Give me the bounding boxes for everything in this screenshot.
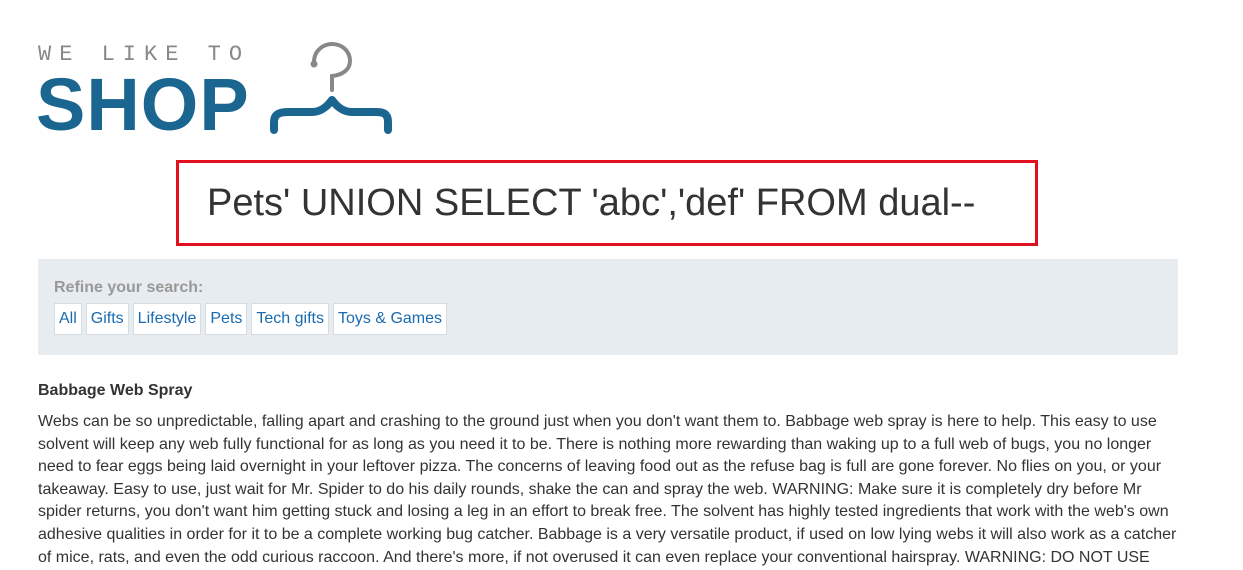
page: WE LIKE TO SHOP Pets' UNION SELECT 'abc'… [0,0,1243,570]
product-description: Webs can be so unpredictable, falling ap… [38,413,1177,566]
search-result-heading-box: Pets' UNION SELECT 'abc','def' FROM dual… [176,160,1038,246]
product-result: Babbage Web Spray Webs can be so unpredi… [38,381,1178,569]
filter-link-pets[interactable]: Pets [205,303,248,335]
filter-panel: Refine your search: All Gifts Lifestyle … [38,259,1178,355]
search-result-heading: Pets' UNION SELECT 'abc','def' FROM dual… [207,181,976,224]
site-logo[interactable]: WE LIKE TO SHOP [36,42,398,146]
filter-link-list: All Gifts Lifestyle Pets Tech gifts Toys… [54,303,448,335]
product-name: Babbage Web Spray [38,382,193,399]
logo-wordmark: SHOP [36,63,250,146]
filter-label: Refine your search: [54,279,204,296]
filter-link-all[interactable]: All [54,303,82,335]
filter-link-toys-games[interactable]: Toys & Games [332,303,448,335]
hanger-icon [270,42,392,134]
filter-link-tech-gifts[interactable]: Tech gifts [251,303,329,335]
filter-link-gifts[interactable]: Gifts [85,303,129,335]
filter-link-lifestyle[interactable]: Lifestyle [132,303,202,335]
